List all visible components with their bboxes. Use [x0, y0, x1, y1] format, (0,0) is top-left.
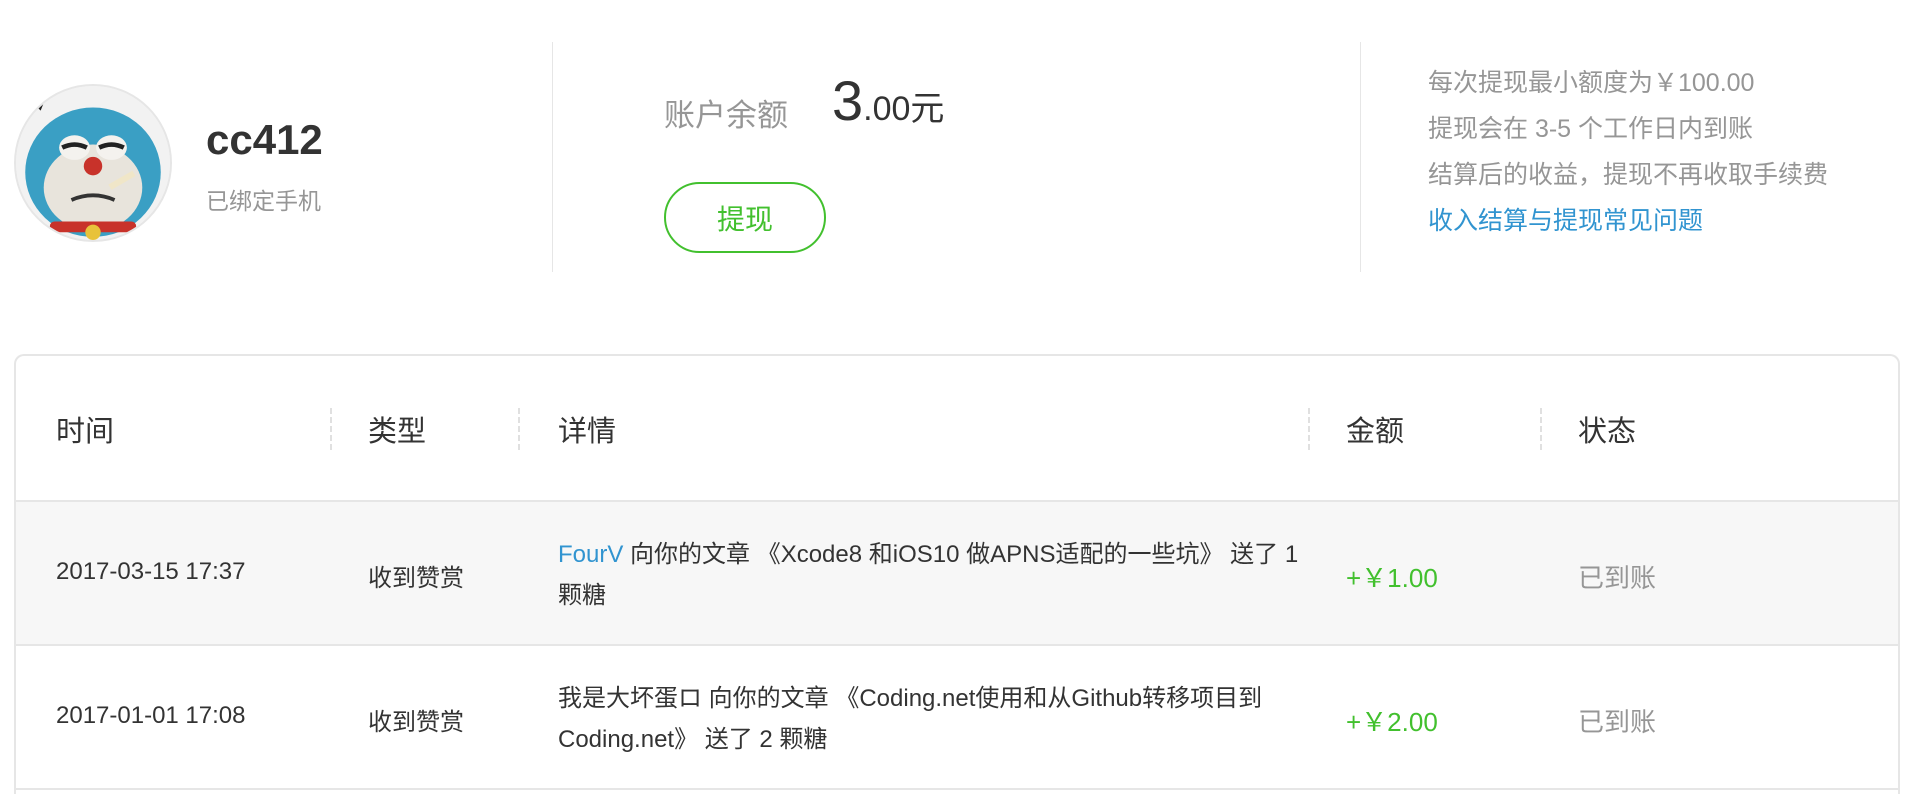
header-time: 时间	[56, 416, 115, 448]
row-amount: +￥1.00	[1346, 563, 1438, 593]
header-separator	[330, 408, 332, 450]
transactions-table: 时间 类型 详情 金额 状态 2017-03-15 17:37 收到赞赏 Fou…	[14, 354, 1900, 794]
balance-decimal: .00	[863, 90, 911, 128]
table-row: 2017-03-15 17:37 收到赞赏 FourV 向你的文章 《Xcode…	[16, 502, 1898, 646]
row-time: 2017-03-15 17:37	[56, 558, 246, 585]
sender-link[interactable]: FourV	[558, 541, 623, 568]
balance-integer: 3	[832, 69, 864, 132]
sender-name: 我是大坏蛋ロ	[558, 685, 702, 712]
row-type: 收到赞赏	[368, 565, 464, 592]
username: cc412	[206, 116, 323, 163]
note-arrival-time: 提现会在 3-5 个工作日内到账	[1428, 115, 1754, 143]
faq-link[interactable]: 收入结算与提现常见问题	[1428, 198, 1828, 244]
header-separator	[518, 408, 520, 450]
table-header: 时间 类型 详情 金额 状态	[16, 356, 1898, 502]
withdraw-notes: 每次提现最小额度为￥100.00 提现会在 3-5 个工作日内到账 结算后的收益…	[1428, 60, 1828, 244]
header-separator	[1308, 408, 1310, 450]
balance-label: 账户余额	[664, 98, 788, 133]
account-summary: cc412 已绑定手机 账户余额 3.00元 提现 每次提现最小额度为￥100.…	[0, 0, 1932, 300]
row-time: 2017-01-01 17:08	[56, 702, 246, 729]
header-separator	[1540, 408, 1542, 450]
phone-binding-status: 已绑定手机	[206, 188, 321, 214]
row-detail: 我是大坏蛋ロ 向你的文章 《Coding.net使用和从Github转移项目到 C…	[558, 678, 1328, 760]
doraemon-avatar-icon	[16, 86, 170, 240]
header-type: 类型	[368, 416, 427, 448]
divider	[552, 42, 553, 272]
note-no-fee: 结算后的收益，提现不再收取手续费	[1428, 161, 1829, 189]
balance-unit: 元	[910, 90, 945, 128]
row-status: 已到账	[1578, 707, 1657, 737]
row-amount: +￥2.00	[1346, 707, 1438, 737]
balance-amount: 3.00元	[832, 68, 944, 133]
withdraw-button[interactable]: 提现	[664, 182, 826, 253]
avatar[interactable]	[14, 84, 172, 242]
detail-text-continued: 颗糖	[558, 582, 606, 609]
header-detail: 详情	[558, 416, 617, 448]
header-status: 状态	[1578, 416, 1637, 448]
detail-text-continued: Coding.net》 送了 2 颗糖	[558, 726, 828, 753]
detail-text: 向你的文章 《Xcode8 和iOS10 做APNS适配的一些坑》 送了 1	[623, 541, 1299, 568]
row-type: 收到赞赏	[368, 709, 464, 736]
table-row: 2017-01-01 17:08 收到赞赏 我是大坏蛋ロ 向你的文章 《Codi…	[16, 646, 1898, 790]
detail-text: 向你的文章 《Coding.net使用和从Github转移项目到	[702, 685, 1263, 712]
header-amount: 金额	[1346, 416, 1405, 448]
divider	[1360, 42, 1361, 272]
note-min-amount: 每次提现最小额度为￥100.00	[1428, 69, 1755, 97]
row-detail: FourV 向你的文章 《Xcode8 和iOS10 做APNS适配的一些坑》 …	[558, 534, 1328, 616]
row-status: 已到账	[1578, 563, 1657, 593]
